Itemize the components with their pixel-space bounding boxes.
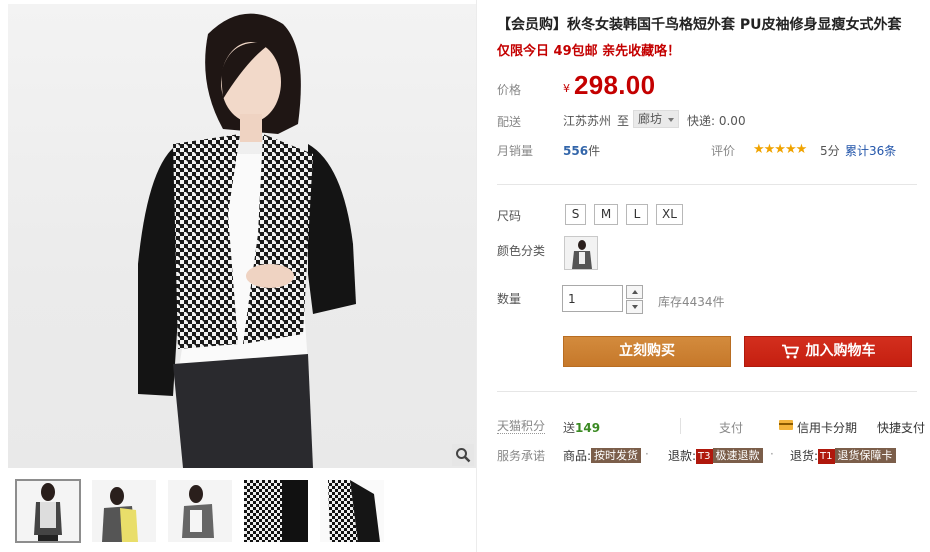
chevron-down-icon: [631, 305, 638, 309]
thumbnail[interactable]: [168, 480, 232, 542]
thumbnail[interactable]: [15, 479, 81, 543]
thumbnail[interactable]: [320, 480, 384, 542]
payment-label: 支付: [719, 421, 744, 435]
destination-city-select[interactable]: 廊坊: [633, 110, 679, 128]
service-label: 服务承诺: [497, 449, 546, 463]
model-photo: [138, 13, 356, 468]
product-promo: 仅限今日 49包邮 亲先收藏咯！: [497, 44, 681, 59]
rating-stars: ★★★★★: [753, 142, 807, 157]
quantity-label: 数量: [497, 292, 522, 306]
size-option-l[interactable]: L: [626, 204, 648, 225]
section-divider: [497, 391, 917, 392]
thumbnail-image: [182, 485, 214, 538]
service-dot: ·: [645, 447, 649, 461]
thumbnail[interactable]: [244, 480, 308, 542]
thumbnail-image: [320, 480, 384, 542]
quick-pay-link[interactable]: 快捷支付: [877, 419, 925, 436]
service-return: 退货: T1 退货保障卡: [790, 447, 896, 464]
return-guarantee-badge[interactable]: 退货保障卡: [834, 448, 896, 463]
rating-score: 5分: [820, 144, 840, 158]
express-fee: 快递: 0.00: [687, 114, 746, 128]
cart-icon: [781, 344, 799, 359]
on-time-shipping-badge[interactable]: 按时发货: [591, 448, 642, 463]
add-to-cart-button[interactable]: 加入购物车: [744, 336, 912, 367]
buy-now-button[interactable]: 立刻购买: [563, 336, 731, 367]
thumbnail-image: [34, 483, 62, 542]
chevron-up-icon: [631, 290, 638, 294]
rating-label: 评价: [711, 144, 736, 158]
color-swatch-image: [572, 240, 592, 269]
shipping-from: 江苏苏州: [563, 114, 612, 128]
shipping-to-label: 至: [617, 114, 630, 128]
points-value: 送149: [563, 419, 600, 436]
review-count-link[interactable]: 累计36条: [845, 142, 896, 159]
product-title: 【会员购】秋冬女装韩国千鸟格短外套 PU皮袖修身显瘦女式外套: [497, 17, 902, 33]
price-value: 298.00: [574, 70, 656, 100]
destination-city: 廊坊: [638, 112, 663, 126]
currency-symbol: ¥: [563, 82, 570, 95]
sales-count: 556: [563, 144, 589, 158]
magnifier-icon: [456, 448, 471, 463]
service-dot: ·: [770, 447, 774, 461]
thumbnail-image: [244, 480, 308, 542]
service-refund: 退款: T3 极速退款: [668, 447, 763, 464]
points-prefix: 送: [563, 421, 576, 435]
size-option-m[interactable]: M: [594, 204, 618, 225]
refund-tag: T3: [696, 449, 713, 464]
thumbnail[interactable]: [92, 480, 156, 542]
chevron-down-icon: [668, 118, 674, 122]
separator: [680, 418, 681, 434]
service-return-label: 退货:: [790, 449, 819, 463]
color-label: 颜色分类: [497, 244, 546, 258]
column-divider: [476, 0, 477, 552]
zoom-button[interactable]: [452, 444, 474, 466]
fast-refund-badge[interactable]: 极速退款: [712, 448, 763, 463]
section-divider: [497, 184, 917, 185]
points-amount: 149: [575, 421, 601, 435]
monthly-sales-label: 月销量: [497, 144, 534, 158]
size-option-s[interactable]: S: [565, 204, 586, 225]
quantity-increase-button[interactable]: [626, 285, 643, 299]
quantity-input[interactable]: 1: [562, 285, 623, 312]
service-refund-label: 退款:: [668, 449, 697, 463]
credit-card-installment-link[interactable]: 信用卡分期: [797, 419, 857, 436]
sales-unit: 件: [588, 144, 601, 158]
stock-count: 库存4434件: [658, 295, 725, 309]
add-to-cart-label: 加入购物车: [805, 343, 876, 359]
shipping-label: 配送: [497, 115, 522, 129]
quantity-decrease-button[interactable]: [626, 300, 643, 314]
points-label[interactable]: 天猫积分: [497, 419, 546, 434]
price-label: 价格: [497, 83, 522, 97]
size-option-xl[interactable]: XL: [656, 204, 683, 225]
service-goods-label: 商品:: [563, 449, 592, 463]
return-tag: T1: [818, 449, 835, 464]
thumbnail-strip: [15, 479, 384, 543]
color-option[interactable]: [564, 236, 598, 270]
monthly-sales: 556件: [563, 142, 600, 159]
credit-card-icon: [779, 420, 793, 430]
thumbnail-image: [102, 487, 138, 542]
product-main-image[interactable]: [8, 4, 476, 468]
size-label: 尺码: [497, 209, 522, 223]
service-goods: 商品: 按时发货: [563, 447, 642, 464]
